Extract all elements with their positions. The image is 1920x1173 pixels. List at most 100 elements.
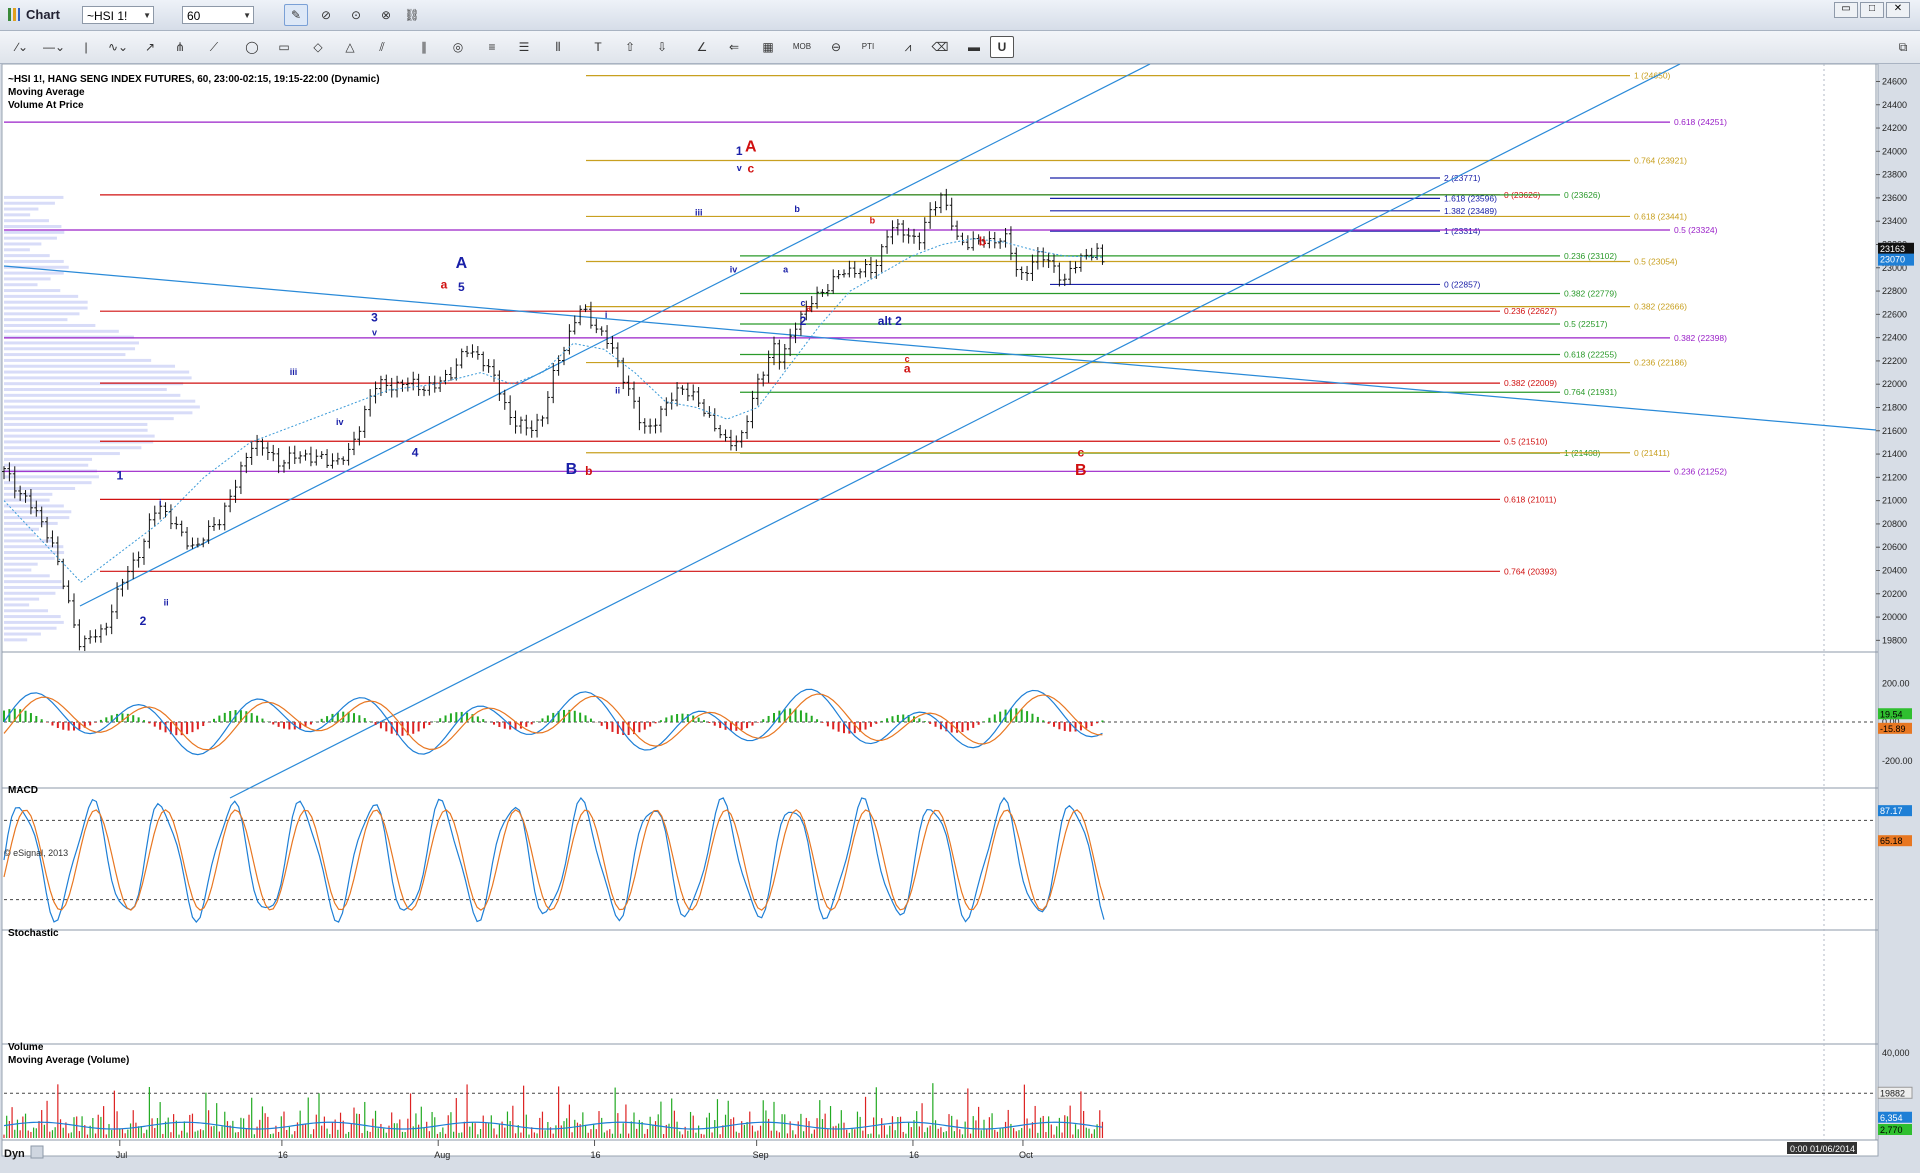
- volume-bar: [458, 1133, 459, 1138]
- zoom-icon[interactable]: [31, 1146, 43, 1158]
- channel-icon[interactable]: ⫽: [368, 36, 396, 58]
- macd-histogram-bar: [638, 722, 640, 732]
- macd-histogram-bar: [891, 716, 893, 722]
- chevron-down-icon[interactable]: ▼: [243, 7, 251, 25]
- fan-icon[interactable]: ⟋: [200, 36, 228, 58]
- close-button[interactable]: ✕: [1886, 2, 1910, 18]
- wave-label: c: [800, 298, 805, 308]
- price-tick-label: 24000: [1882, 146, 1907, 156]
- maximize-button[interactable]: □: [1860, 2, 1884, 18]
- volume-bar: [391, 1112, 392, 1138]
- vertical-line-icon[interactable]: |: [76, 36, 96, 58]
- link-icon[interactable]: ⊗: [374, 4, 398, 26]
- volume-bar: [911, 1127, 912, 1138]
- text-icon[interactable]: T: [584, 36, 612, 58]
- detach-icon[interactable]: ⧉: [1892, 36, 1914, 58]
- up-arrow-icon[interactable]: ⇧: [616, 36, 644, 58]
- angle-icon[interactable]: ∠: [688, 36, 716, 58]
- volume-bar: [547, 1122, 548, 1138]
- macd-histogram-bar: [897, 715, 899, 722]
- volume-bar: [773, 1102, 774, 1138]
- volume-bar: [709, 1113, 710, 1138]
- macd-histogram-bar: [800, 710, 802, 722]
- volume-bar: [151, 1118, 152, 1138]
- macd-histogram-bar: [251, 713, 253, 722]
- level-label: 0.764 (21931): [1564, 387, 1617, 397]
- fib-extension-icon[interactable]: ☰: [510, 36, 538, 58]
- volume-at-price-bar: [4, 254, 50, 257]
- volume-bar: [154, 1128, 155, 1138]
- last-price-label: 23163: [1880, 244, 1905, 254]
- macd-histogram-bar: [1042, 720, 1044, 722]
- interval-input[interactable]: 60▼: [182, 6, 254, 24]
- volume-bar: [878, 1134, 879, 1138]
- volume-bar: [693, 1116, 694, 1138]
- comment-icon[interactable]: ▬: [960, 36, 988, 58]
- chart-area[interactable]: 1 (24650)0.618 (24251)0.764 (23921)2 (23…: [0, 64, 1920, 1170]
- volume-bar: [195, 1132, 196, 1138]
- volume-bar: [262, 1106, 263, 1138]
- level-label: 0.5 (21510): [1504, 436, 1548, 446]
- mob-icon[interactable]: MOB: [786, 36, 818, 58]
- wave-label: iv: [730, 264, 738, 274]
- triangle-icon[interactable]: △: [336, 36, 364, 58]
- fibonacci-icon[interactable]: ≡: [478, 36, 506, 58]
- volume-bar: [1045, 1132, 1046, 1138]
- volume-bar: [663, 1134, 664, 1138]
- eraser-icon[interactable]: ⌫: [926, 36, 954, 58]
- cycle-icon[interactable]: ◎: [444, 36, 472, 58]
- rectangle-icon[interactable]: ▭: [270, 36, 298, 58]
- cursor-icon[interactable]: ⊘: [314, 4, 338, 26]
- title-bar: Chart ~HSI 1!▼ 60▼ ✎ ⊘ ⊙ ⊗ ⛓ ▭ □ ✕: [0, 0, 1920, 31]
- volume-bar: [232, 1121, 233, 1138]
- pencil-icon[interactable]: ✎: [284, 4, 308, 26]
- gann-icon[interactable]: ⦀: [544, 36, 572, 58]
- pti-icon[interactable]: PTI: [854, 36, 882, 58]
- macd-histogram-bar: [795, 709, 797, 722]
- chevron-down-icon[interactable]: ▼: [143, 7, 151, 25]
- volume-bar: [749, 1112, 750, 1138]
- macd-histogram-bar: [929, 722, 931, 724]
- volume-bar: [1086, 1128, 1087, 1138]
- volume-at-price-bar: [4, 528, 39, 531]
- volume-at-price-bar: [4, 359, 151, 362]
- table-icon[interactable]: ▦: [754, 36, 782, 58]
- chain-icon[interactable]: ⛓: [400, 4, 424, 26]
- wave-tool-icon[interactable]: ⩘: [894, 36, 922, 58]
- volume-at-price-bar: [4, 324, 95, 327]
- symbol-input[interactable]: ~HSI 1!▼: [82, 6, 154, 24]
- arrow-icon[interactable]: ↗: [136, 36, 164, 58]
- volume-bar: [956, 1120, 957, 1138]
- parallel-lines-icon[interactable]: ∥: [410, 36, 438, 58]
- volume-bar: [919, 1126, 920, 1138]
- diamond-icon[interactable]: ◇: [304, 36, 332, 58]
- wave-label: ii: [615, 386, 620, 396]
- wave-label: v: [737, 163, 742, 173]
- volume-bar: [87, 1135, 88, 1138]
- macd-histogram-bar: [816, 719, 818, 722]
- volume-bar: [577, 1123, 578, 1138]
- dyn-toggle[interactable]: Dyn: [4, 1148, 25, 1160]
- magnet-icon[interactable]: U: [990, 36, 1014, 58]
- wave-label: B: [566, 461, 578, 478]
- zigzag-icon[interactable]: ∿⌄: [104, 36, 132, 58]
- lock-icon[interactable]: ⊖: [822, 36, 850, 58]
- wave-label: A: [745, 138, 757, 155]
- volume-bar: [609, 1129, 610, 1138]
- horizontal-line-icon[interactable]: —⌄: [40, 36, 68, 58]
- volume-at-price-bar: [4, 539, 53, 542]
- volume-bar: [784, 1114, 785, 1138]
- volume-bar: [235, 1132, 236, 1138]
- volume-bar: [827, 1129, 828, 1138]
- play-icon[interactable]: ⊙: [344, 4, 368, 26]
- volume-bar: [1075, 1124, 1076, 1138]
- ellipse-icon[interactable]: ◯: [238, 36, 266, 58]
- macd-histogram-bar: [762, 719, 764, 722]
- fork-icon[interactable]: ⋔: [166, 36, 194, 58]
- back-arrow-icon[interactable]: ⇐: [720, 36, 748, 58]
- volume-at-price-bar: [4, 464, 88, 467]
- line-tool-icon[interactable]: ∕⌄: [8, 36, 36, 58]
- volume-bar: [383, 1129, 384, 1138]
- down-arrow-icon[interactable]: ⇩: [648, 36, 676, 58]
- restore-button[interactable]: ▭: [1834, 2, 1858, 18]
